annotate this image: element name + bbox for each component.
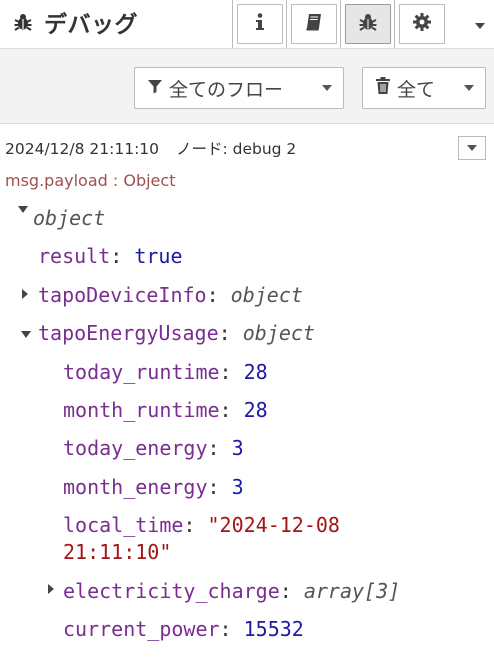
tree-row-month-runtime: month_runtime: 28 bbox=[63, 398, 268, 422]
config-tab-button[interactable] bbox=[398, 4, 445, 44]
tree-row-today-runtime: today_runtime: 28 bbox=[63, 360, 268, 384]
filter-icon bbox=[147, 77, 163, 99]
message-menu-button[interactable] bbox=[458, 136, 486, 160]
expanded-caret-icon[interactable] bbox=[17, 204, 29, 218]
help-tab-button[interactable] bbox=[290, 4, 337, 44]
trash-icon bbox=[375, 76, 391, 100]
local-time-value-line1: "2024-12-08 bbox=[207, 513, 340, 537]
electricity-charge-type: array[3] bbox=[303, 579, 401, 603]
today-runtime-key: today_runtime bbox=[63, 360, 220, 384]
expanded-caret-icon[interactable] bbox=[20, 329, 32, 343]
today-energy-key: today_energy bbox=[63, 436, 208, 460]
tab-config[interactable] bbox=[394, 0, 448, 48]
tree-row-energy-usage[interactable]: tapoEnergyUsage: object bbox=[38, 320, 315, 346]
tab-info[interactable] bbox=[232, 0, 286, 48]
debug-sidebar-header: デバッグ bbox=[0, 0, 494, 48]
root-type: object bbox=[33, 206, 106, 230]
caret-down-icon bbox=[474, 15, 486, 34]
collapsed-caret-icon[interactable] bbox=[21, 288, 29, 303]
result-key: result bbox=[38, 244, 111, 268]
bug-icon bbox=[358, 12, 378, 36]
panel-title: デバッグ bbox=[12, 6, 138, 38]
current-power-key: current_power bbox=[63, 617, 220, 641]
energy-usage-type: object bbox=[242, 321, 315, 345]
tree-row-month-energy: month_energy: 3 bbox=[63, 475, 244, 499]
tree-row-local-time-cont: 21:11:10" bbox=[63, 539, 171, 565]
today-energy-value: 3 bbox=[231, 436, 244, 460]
filter-flows-label: 全てのフロー bbox=[169, 78, 284, 101]
local-time-key: local_time bbox=[63, 513, 184, 537]
message-node[interactable]: ノード: debug 2 bbox=[176, 140, 296, 158]
caret-down-icon bbox=[321, 81, 333, 95]
clear-messages-label: 全て bbox=[397, 78, 436, 101]
sidebar-tab-bar bbox=[232, 0, 448, 48]
debug-tab-button[interactable] bbox=[344, 4, 391, 44]
energy-usage-key: tapoEnergyUsage bbox=[38, 321, 219, 345]
month-energy-value: 3 bbox=[231, 475, 244, 499]
tree-row-today-energy: today_energy: 3 bbox=[63, 436, 244, 460]
tree-row-local-time: local_time: "2024-12-08 bbox=[63, 513, 340, 537]
tab-debug[interactable] bbox=[340, 0, 394, 48]
clear-messages-button[interactable]: 全て bbox=[362, 67, 486, 109]
month-energy-key: month_energy bbox=[63, 475, 208, 499]
device-info-type: object bbox=[230, 283, 303, 307]
today-runtime-value: 28 bbox=[243, 360, 268, 384]
more-tabs-button[interactable] bbox=[466, 0, 494, 48]
panel-title-text: デバッグ bbox=[44, 12, 138, 38]
month-runtime-value: 28 bbox=[243, 398, 268, 422]
info-icon bbox=[253, 12, 267, 36]
tree-row-electricity-charge[interactable]: electricity_charge: array[3] bbox=[63, 578, 400, 604]
message-meta: 2024/12/8 21:11:10 ノード: debug 2 bbox=[5, 137, 296, 159]
device-info-key: tapoDeviceInfo bbox=[38, 283, 207, 307]
month-runtime-key: month_runtime bbox=[63, 398, 220, 422]
collapsed-caret-icon[interactable] bbox=[47, 583, 55, 598]
info-tab-button[interactable] bbox=[236, 4, 283, 44]
gear-icon bbox=[412, 12, 432, 36]
debug-toolbar: 全てのフロー 全て bbox=[0, 48, 494, 124]
result-value: true bbox=[134, 244, 183, 268]
bug-icon bbox=[12, 11, 34, 33]
caret-down-icon bbox=[466, 142, 478, 155]
book-icon bbox=[304, 12, 324, 36]
message-timestamp: 2024/12/8 21:11:10 bbox=[5, 140, 160, 158]
local-time-value-line2: 21:11:10" bbox=[63, 540, 172, 564]
tree-row-current-power: current_power: 15532 bbox=[63, 617, 304, 641]
tree-row-result: result: true bbox=[38, 244, 183, 268]
caret-down-icon bbox=[463, 81, 475, 95]
debug-message-list: 2024/12/8 21:11:10 ノード: debug 2 msg.payl… bbox=[0, 125, 494, 670]
current-power-value: 15532 bbox=[243, 617, 304, 641]
tree-root[interactable]: object bbox=[33, 205, 105, 231]
tab-help[interactable] bbox=[286, 0, 340, 48]
filter-flows-button[interactable]: 全てのフロー bbox=[134, 67, 344, 109]
tree-row-device-info[interactable]: tapoDeviceInfo: object bbox=[38, 282, 303, 308]
message-topic: msg.payload : Object bbox=[5, 171, 176, 190]
electricity-charge-key: electricity_charge bbox=[63, 579, 280, 603]
